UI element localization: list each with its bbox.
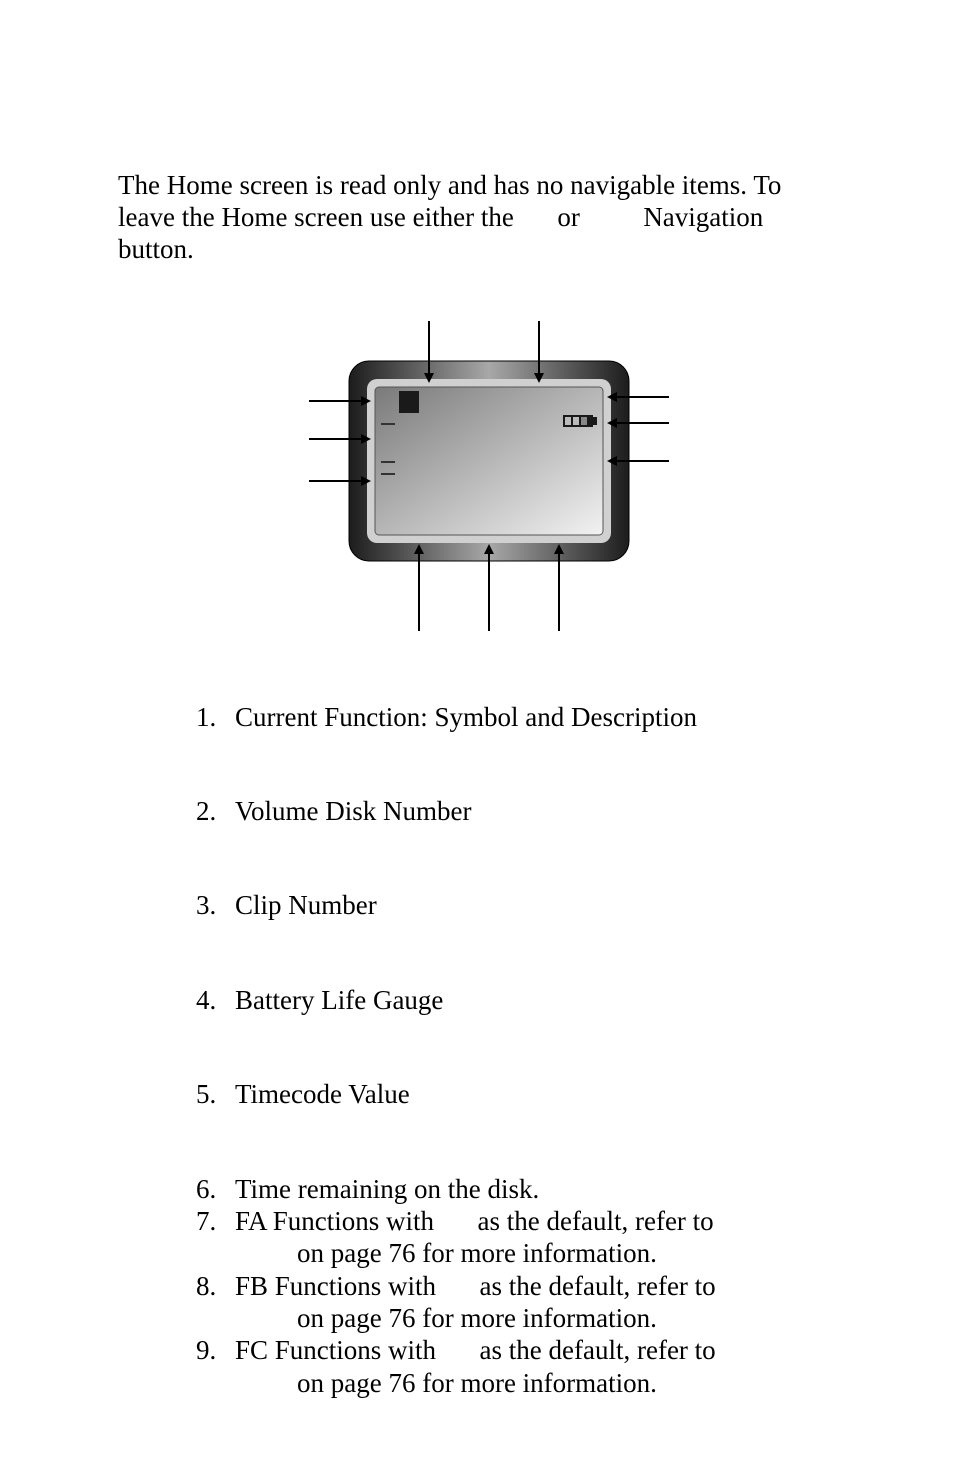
document-page: The Home screen is read only and has no …	[0, 0, 954, 1475]
legend-text-1: Current Function: Symbol and Description	[235, 702, 697, 732]
device-svg	[269, 311, 689, 641]
diagram-container	[118, 311, 839, 641]
battery-icon-cap	[593, 417, 597, 425]
device-diagram	[269, 311, 689, 641]
legend-item-5: Timecode Value	[223, 1078, 839, 1110]
legend-item-7: FA Functions with as the default, refer …	[223, 1205, 839, 1270]
legend-item-1: Current Function: Symbol and Description	[223, 701, 839, 733]
legend-item-6: Time remaining on the disk.	[223, 1173, 839, 1205]
legend-item-8: FB Functions with as the default, refer …	[223, 1270, 839, 1335]
legend-text-9b: as the default, refer to	[480, 1335, 716, 1365]
legend-text-6: Time remaining on the disk.	[235, 1174, 539, 1204]
legend-text-7c: on page 76 for more information.	[235, 1237, 839, 1269]
legend-text-8c: on page 76 for more information.	[235, 1302, 839, 1334]
intro-line2c: Navigation	[643, 202, 763, 232]
legend-text-9a: FC Functions with	[235, 1335, 436, 1365]
legend-item-3: Clip Number	[223, 889, 839, 921]
screen-line-left-1	[381, 423, 395, 425]
legend-item-4: Battery Life Gauge	[223, 984, 839, 1016]
legend-list: Current Function: Symbol and Description…	[118, 701, 839, 1400]
intro-paragraph: The Home screen is read only and has no …	[118, 170, 839, 266]
legend-text-5: Timecode Value	[235, 1079, 410, 1109]
screen-line-left-3	[381, 473, 395, 475]
legend-text-8b: as the default, refer to	[480, 1271, 716, 1301]
battery-icon-cell3	[581, 417, 587, 425]
legend-text-7b: as the default, refer to	[478, 1206, 714, 1236]
screen-line-left-2	[381, 461, 395, 463]
legend-item-9: FC Functions with as the default, refer …	[223, 1334, 839, 1399]
legend-item-2: Volume Disk Number	[223, 795, 839, 827]
intro-line2a: leave the Home screen use either the	[118, 202, 514, 232]
intro-line3: button.	[118, 234, 194, 264]
legend-text-8a: FB Functions with	[235, 1271, 436, 1301]
legend-text-9c: on page 76 for more information.	[235, 1367, 839, 1399]
legend-text-2: Volume Disk Number	[235, 796, 472, 826]
intro-line2b: or	[557, 202, 580, 232]
battery-icon-cell2	[573, 417, 579, 425]
screen-marker-topleft	[399, 391, 419, 413]
battery-icon-cell1	[565, 417, 571, 425]
legend-text-7a: FA Functions with	[235, 1206, 434, 1236]
legend-text-4: Battery Life Gauge	[235, 985, 443, 1015]
intro-line1: The Home screen is read only and has no …	[118, 170, 781, 200]
legend-text-3: Clip Number	[235, 890, 377, 920]
